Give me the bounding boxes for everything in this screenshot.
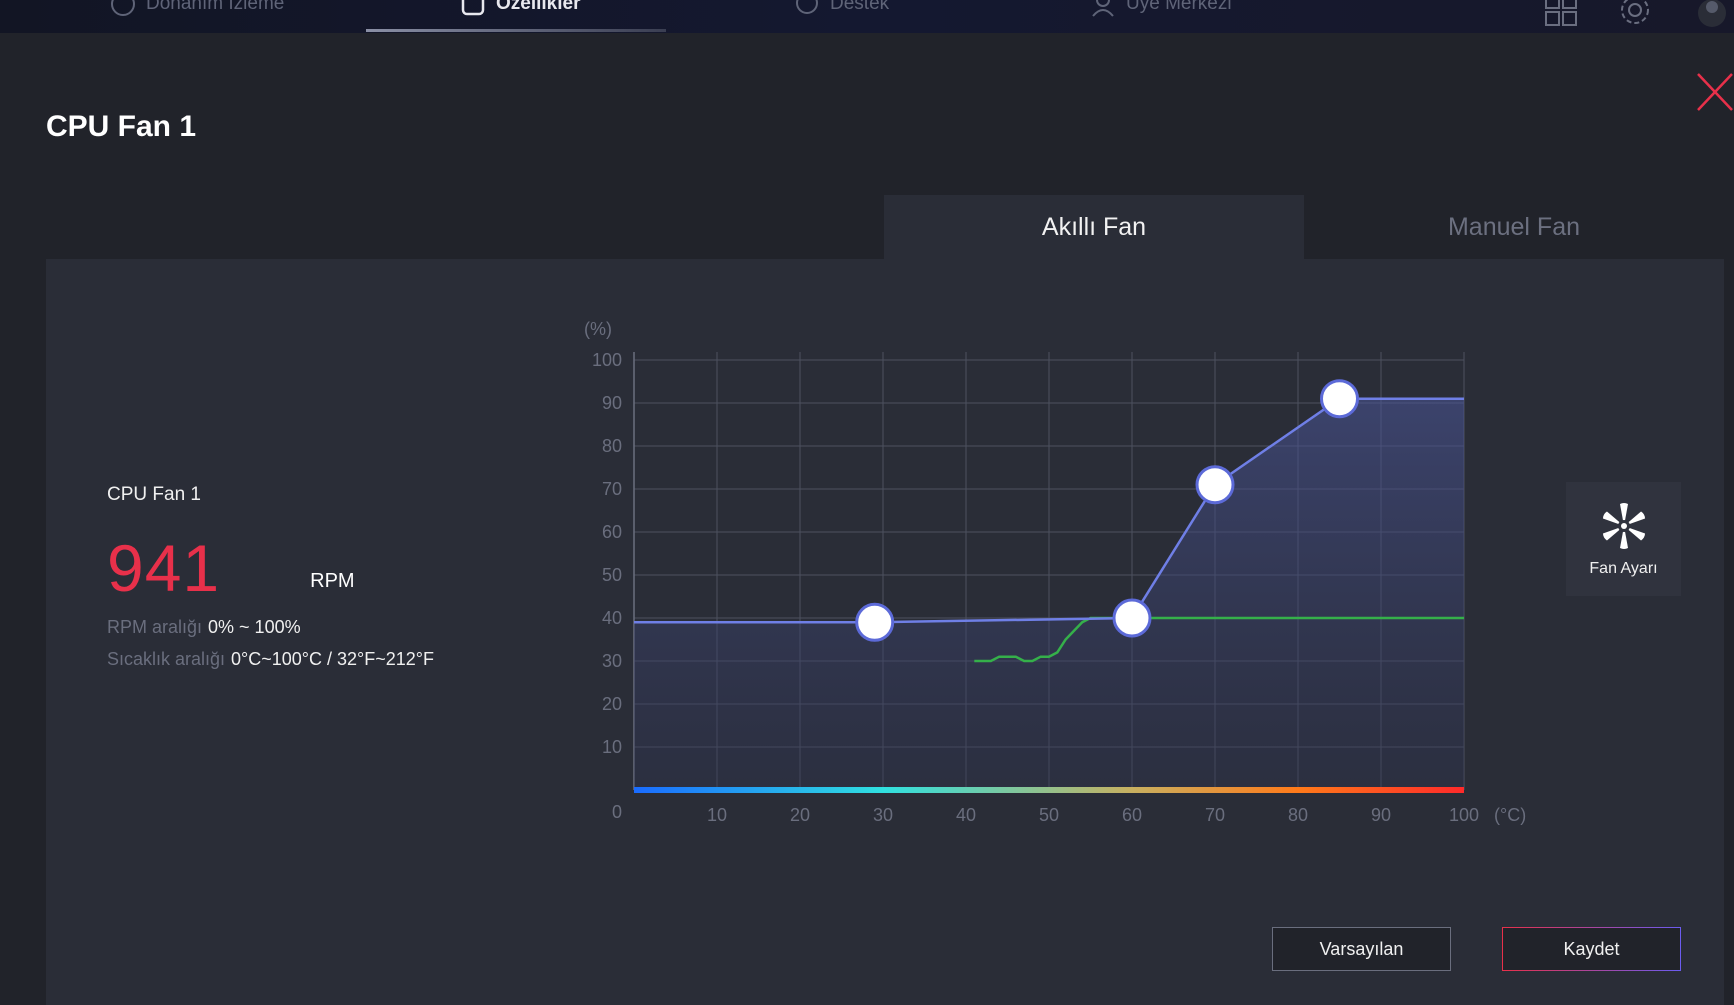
x-tick-label: 70 xyxy=(1205,805,1225,825)
monitor-icon xyxy=(111,0,135,16)
y-tick-label: 0 xyxy=(612,802,622,822)
curve-control-point-1[interactable] xyxy=(855,602,895,642)
avatar[interactable] xyxy=(1692,0,1726,27)
fan-settings-button[interactable]: Fan Ayarı xyxy=(1566,482,1681,596)
curve-control-point-4[interactable] xyxy=(1320,379,1359,419)
nav-item-label: Üye Merkezi xyxy=(1126,0,1232,14)
rpm-readout: 941 RPM xyxy=(107,530,355,606)
temperature-gradient-bar xyxy=(634,787,1464,793)
y-tick-label: 80 xyxy=(602,436,622,456)
temp-range: Sıcaklık aralığı 0°C~100°C / 32°F~212°F xyxy=(107,649,434,670)
tab-smart-fan[interactable]: Akıllı Fan xyxy=(884,195,1304,259)
fan-settings-label: Fan Ayarı xyxy=(1589,560,1658,577)
default-button[interactable]: Varsayılan xyxy=(1272,927,1451,971)
temp-range-value: 0°C~100°C / 32°F~212°F xyxy=(231,649,434,669)
temp-range-label: Sıcaklık aralığı xyxy=(107,649,226,669)
rpm-value: 941 xyxy=(107,531,221,605)
mode-tabs: Akıllı Fan Manuel Fan xyxy=(884,195,1724,259)
support-icon xyxy=(796,0,818,14)
fan-icon xyxy=(1602,503,1645,549)
x-tick-label: 10 xyxy=(707,805,727,825)
curve-control-point-3[interactable] xyxy=(1195,465,1235,505)
gear-icon[interactable] xyxy=(1618,0,1652,27)
x-axis-label: (°C) xyxy=(1494,805,1526,825)
page-title: CPU Fan 1 xyxy=(46,110,197,143)
y-tick-label: 20 xyxy=(602,694,622,714)
grid-apps-icon[interactable] xyxy=(1544,0,1578,27)
x-tick-label: 80 xyxy=(1288,805,1308,825)
fan-info: CPU Fan 1 xyxy=(107,484,201,506)
y-tick-label: 40 xyxy=(602,608,622,628)
y-axis-label: (%) xyxy=(584,319,612,339)
x-tick-label: 60 xyxy=(1122,805,1142,825)
nav-hardware-monitor[interactable]: Donanım İzleme xyxy=(110,0,284,18)
nav-item-label: Destek xyxy=(830,0,890,14)
nav-support[interactable]: Destek xyxy=(794,0,889,18)
x-tick-label: 90 xyxy=(1371,805,1391,825)
nav-member-center[interactable]: Üye Merkezi xyxy=(1090,0,1232,18)
curve-control-point-2[interactable] xyxy=(1112,598,1152,638)
rpm-range-label: RPM aralığı xyxy=(107,617,203,637)
x-tick-label: 40 xyxy=(956,805,976,825)
nav-item-label: Özellikler xyxy=(496,0,581,14)
nav-toolbar xyxy=(1544,0,1734,28)
x-tick-label: 30 xyxy=(873,805,893,825)
y-tick-label: 100 xyxy=(592,350,622,370)
rpm-range: RPM aralığı 0% ~ 100% xyxy=(107,617,301,638)
y-tick-label: 10 xyxy=(602,737,622,757)
y-tick-label: 70 xyxy=(602,479,622,499)
fan-curve-chart[interactable]: (%) 0 10 20 30 40 50 60 70 80 90 100 10 20 30 40 50 60 70 8… xyxy=(580,315,1540,835)
nav-features[interactable]: Özellikler xyxy=(460,0,581,18)
x-tick-label: 50 xyxy=(1039,805,1059,825)
nav-active-indicator xyxy=(366,29,666,32)
rpm-unit: RPM xyxy=(310,570,355,592)
y-tick-label: 30 xyxy=(602,651,622,671)
user-icon xyxy=(1092,0,1114,17)
close-icon[interactable] xyxy=(1696,72,1734,112)
rpm-range-value: 0% ~ 100% xyxy=(208,617,301,637)
x-tick-label: 20 xyxy=(790,805,810,825)
fan-name: CPU Fan 1 xyxy=(107,484,201,505)
y-tick-label: 50 xyxy=(602,565,622,585)
tab-manual-fan[interactable]: Manuel Fan xyxy=(1304,195,1724,259)
top-navigation: Donanım İzleme Özellikler Destek Üye Mer… xyxy=(0,0,1734,33)
y-tick-label: 60 xyxy=(602,522,622,542)
features-icon xyxy=(461,0,485,16)
nav-item-label: Donanım İzleme xyxy=(146,0,285,14)
x-tick-label: 100 xyxy=(1449,805,1479,825)
y-tick-label: 90 xyxy=(602,393,622,413)
save-button[interactable]: Kaydet xyxy=(1502,927,1681,971)
